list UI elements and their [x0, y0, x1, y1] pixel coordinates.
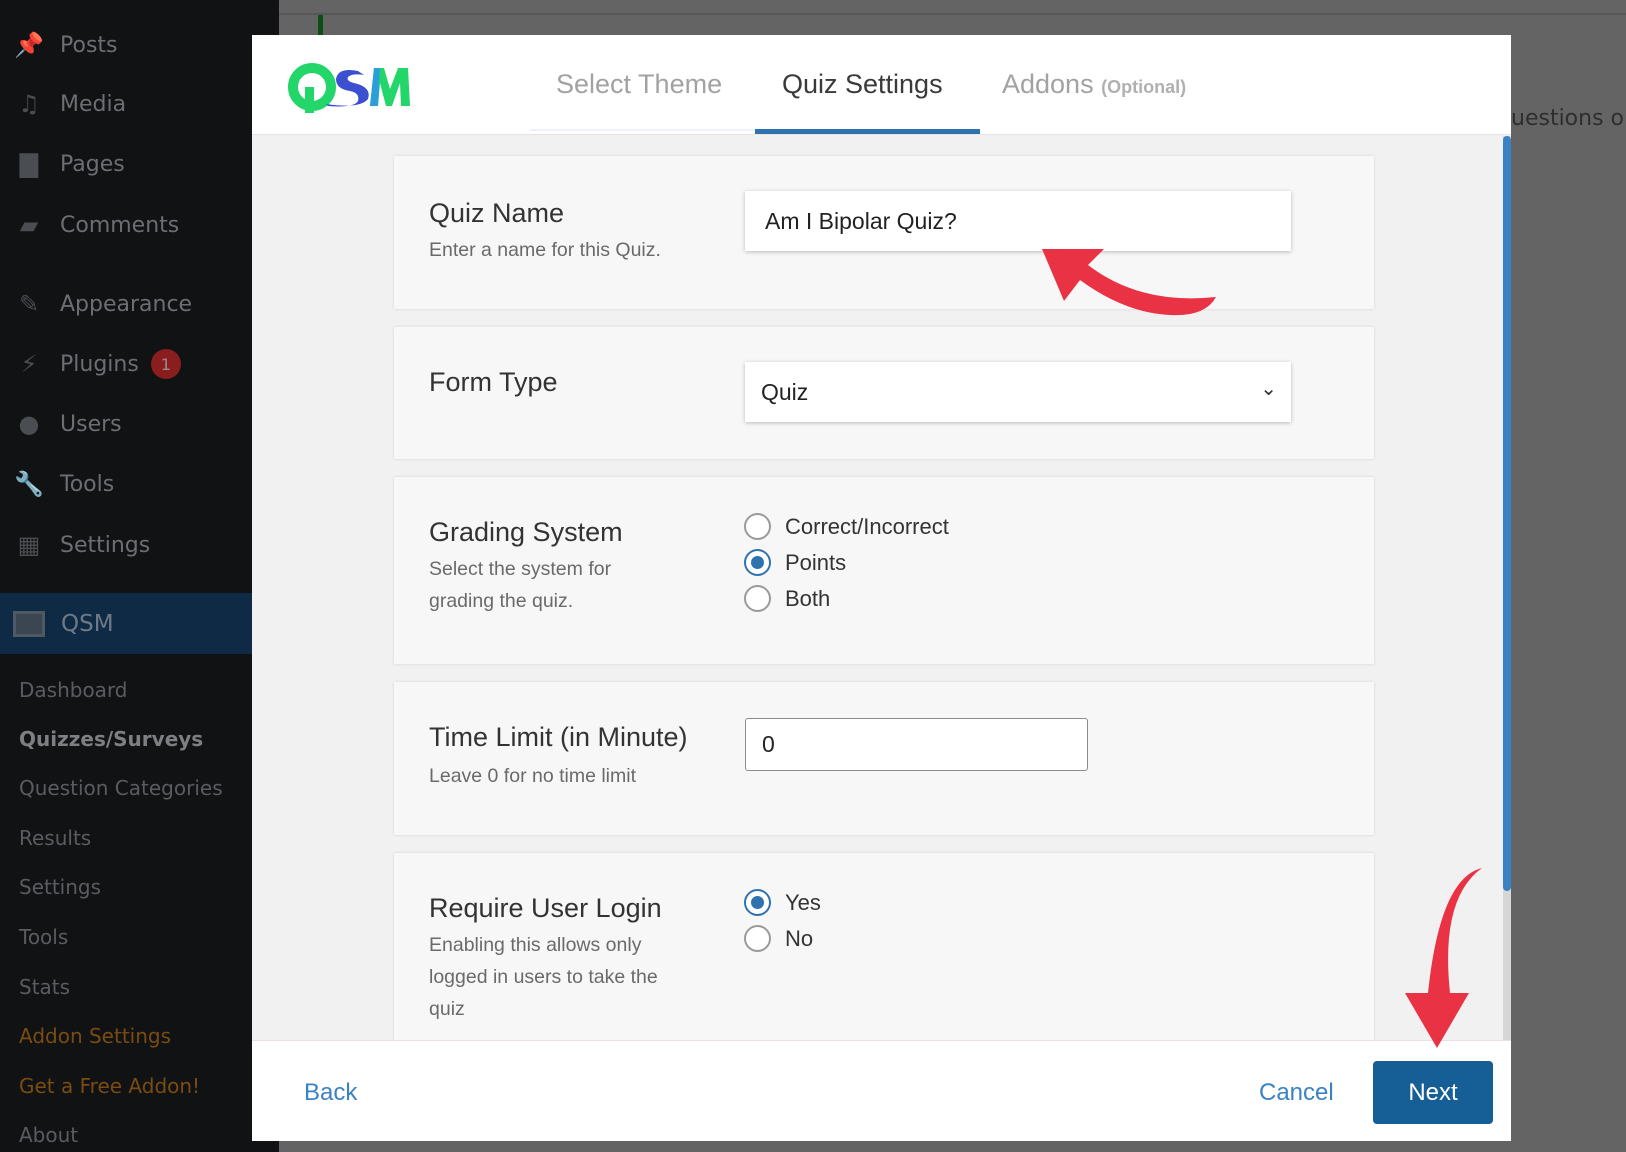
radio-yes[interactable]: Yes: [744, 889, 821, 916]
chevron-down-icon: ⌄: [1260, 378, 1277, 400]
menu-label: Comments: [60, 212, 180, 238]
pin-icon: 📌: [14, 31, 44, 59]
menu-label: Plugins: [60, 351, 139, 377]
scrollbar-thumb[interactable]: [1503, 136, 1511, 891]
radio-correct-incorrect[interactable]: Correct/Incorrect: [744, 513, 949, 540]
tab-addons[interactable]: Addons (Optional): [1002, 69, 1186, 100]
radio-button[interactable]: [744, 513, 771, 540]
modal-footer: Back Cancel Next: [252, 1040, 1511, 1141]
radio-label: Yes: [785, 889, 821, 915]
submenu-question-categories[interactable]: Question Categories: [19, 776, 223, 800]
submenu-stats[interactable]: Stats: [19, 975, 70, 999]
background-text: uestions or u: [1511, 106, 1626, 131]
update-badge: 1: [150, 349, 181, 379]
media-icon: ♫: [18, 90, 40, 118]
quiz-name-description: Enter a name for this Quiz.: [429, 239, 661, 261]
menu-qsm[interactable]: QSM: [0, 593, 252, 654]
menu-media[interactable]: ♫ Media: [0, 84, 279, 124]
time-limit-description: Leave 0 for no time limit: [429, 765, 637, 787]
quiz-name-input[interactable]: Am I Bipolar Quiz?: [745, 191, 1291, 251]
require-login-label: Require User Login: [429, 893, 662, 923]
radio-no[interactable]: No: [744, 925, 813, 952]
radio-label: Points: [785, 549, 847, 575]
menu-label: Media: [60, 91, 127, 117]
radio-points[interactable]: Points: [744, 549, 846, 576]
grading-description: Select the system for grading the quiz.: [429, 558, 612, 612]
selected-value: Quiz: [761, 378, 809, 405]
require-login-card: Require User Login Enabling this allows …: [394, 853, 1374, 1053]
plugin-icon: ⚡: [20, 350, 38, 378]
menu-comments[interactable]: ▰ Comments: [0, 205, 279, 245]
submenu-dashboard[interactable]: Dashboard: [19, 678, 128, 702]
menu-posts[interactable]: 📌 Posts: [0, 25, 279, 65]
tab-underline: [530, 129, 755, 131]
time-limit-input[interactable]: 0: [745, 718, 1088, 771]
grading-system-card: Grading System Select the system for gra…: [394, 477, 1374, 664]
menu-label: Pages: [60, 151, 125, 177]
tab-label: Addons: [1002, 69, 1094, 99]
background-accent: [318, 15, 323, 35]
submenu-results[interactable]: Results: [19, 826, 91, 850]
menu-label: Settings: [60, 532, 151, 558]
menu-label: Tools: [60, 471, 115, 497]
menu-tools[interactable]: 🔧 Tools: [0, 464, 279, 504]
menu-plugins[interactable]: ⚡ Plugins 1: [0, 344, 279, 384]
menu-settings[interactable]: ▦ Settings: [0, 525, 279, 565]
form-type-select[interactable]: Quiz ⌄: [745, 362, 1291, 422]
require-login-description: Enabling this allows only logged in user…: [429, 934, 658, 1020]
submenu-tools[interactable]: Tools: [19, 925, 68, 949]
submenu-free-addon[interactable]: Get a Free Addon!: [19, 1074, 200, 1098]
menu-label: Appearance: [60, 291, 193, 317]
qsm-logo: [288, 63, 410, 113]
wrench-icon: 🔧: [14, 470, 44, 498]
submenu-quizzes[interactable]: Quizzes/Surveys: [19, 727, 203, 751]
modal-header: Select Theme Quiz Settings Addons (Optio…: [252, 35, 1511, 135]
submenu-settings[interactable]: Settings: [19, 875, 101, 899]
radio-label: Correct/Incorrect: [785, 513, 949, 539]
radio-both[interactable]: Both: [744, 585, 830, 612]
tab-quiz-settings[interactable]: Quiz Settings: [782, 69, 943, 100]
menu-appearance[interactable]: ✎ Appearance: [0, 284, 279, 324]
quiz-wizard-modal: Select Theme Quiz Settings Addons (Optio…: [252, 35, 1511, 1141]
menu-label: Posts: [60, 32, 118, 58]
next-button[interactable]: Next: [1373, 1061, 1493, 1124]
admin-sidebar: 📌 Posts ♫ Media ▇ Pages ▰ Comments ✎ Appearan…: [0, 0, 279, 1152]
grading-label: Grading System: [429, 517, 623, 547]
radio-button[interactable]: [744, 585, 771, 612]
user-icon: ●: [18, 410, 40, 438]
radio-label: No: [785, 925, 814, 951]
submenu-addon-settings[interactable]: Addon Settings: [19, 1024, 171, 1048]
radio-button[interactable]: [744, 925, 771, 952]
radio-label: Both: [785, 585, 831, 611]
radio-button-selected[interactable]: [744, 549, 771, 576]
quiz-name-label: Quiz Name: [429, 198, 565, 228]
qsm-icon: [13, 610, 45, 637]
time-limit-card: Time Limit (in Minute) Leave 0 for no ti…: [394, 682, 1374, 835]
submenu-about[interactable]: About: [19, 1123, 78, 1147]
form-type-card: Form Type Quiz ⌄: [394, 327, 1374, 459]
pages-icon: ▇: [19, 150, 39, 178]
background-bar: [279, 0, 1626, 15]
menu-pages[interactable]: ▇ Pages: [0, 144, 279, 184]
active-tab-indicator: [755, 129, 980, 134]
radio-button-selected[interactable]: [744, 889, 771, 916]
comment-icon: ▰: [19, 211, 39, 239]
menu-label: Users: [60, 411, 122, 437]
scrollbar[interactable]: [1503, 136, 1511, 1076]
quiz-name-card: Quiz Name Enter a name for this Quiz. Am…: [394, 156, 1374, 309]
settings-icon: ▦: [17, 531, 41, 559]
menu-label: QSM: [61, 610, 114, 637]
menu-users[interactable]: ● Users: [0, 404, 279, 444]
tab-select-theme[interactable]: Select Theme: [556, 69, 722, 100]
optional-label: (Optional): [1101, 77, 1187, 97]
brush-icon: ✎: [18, 290, 40, 318]
back-button[interactable]: Back: [304, 1079, 357, 1107]
form-type-label: Form Type: [429, 367, 558, 397]
time-limit-label: Time Limit (in Minute): [429, 722, 688, 752]
cancel-button[interactable]: Cancel: [1259, 1079, 1334, 1107]
